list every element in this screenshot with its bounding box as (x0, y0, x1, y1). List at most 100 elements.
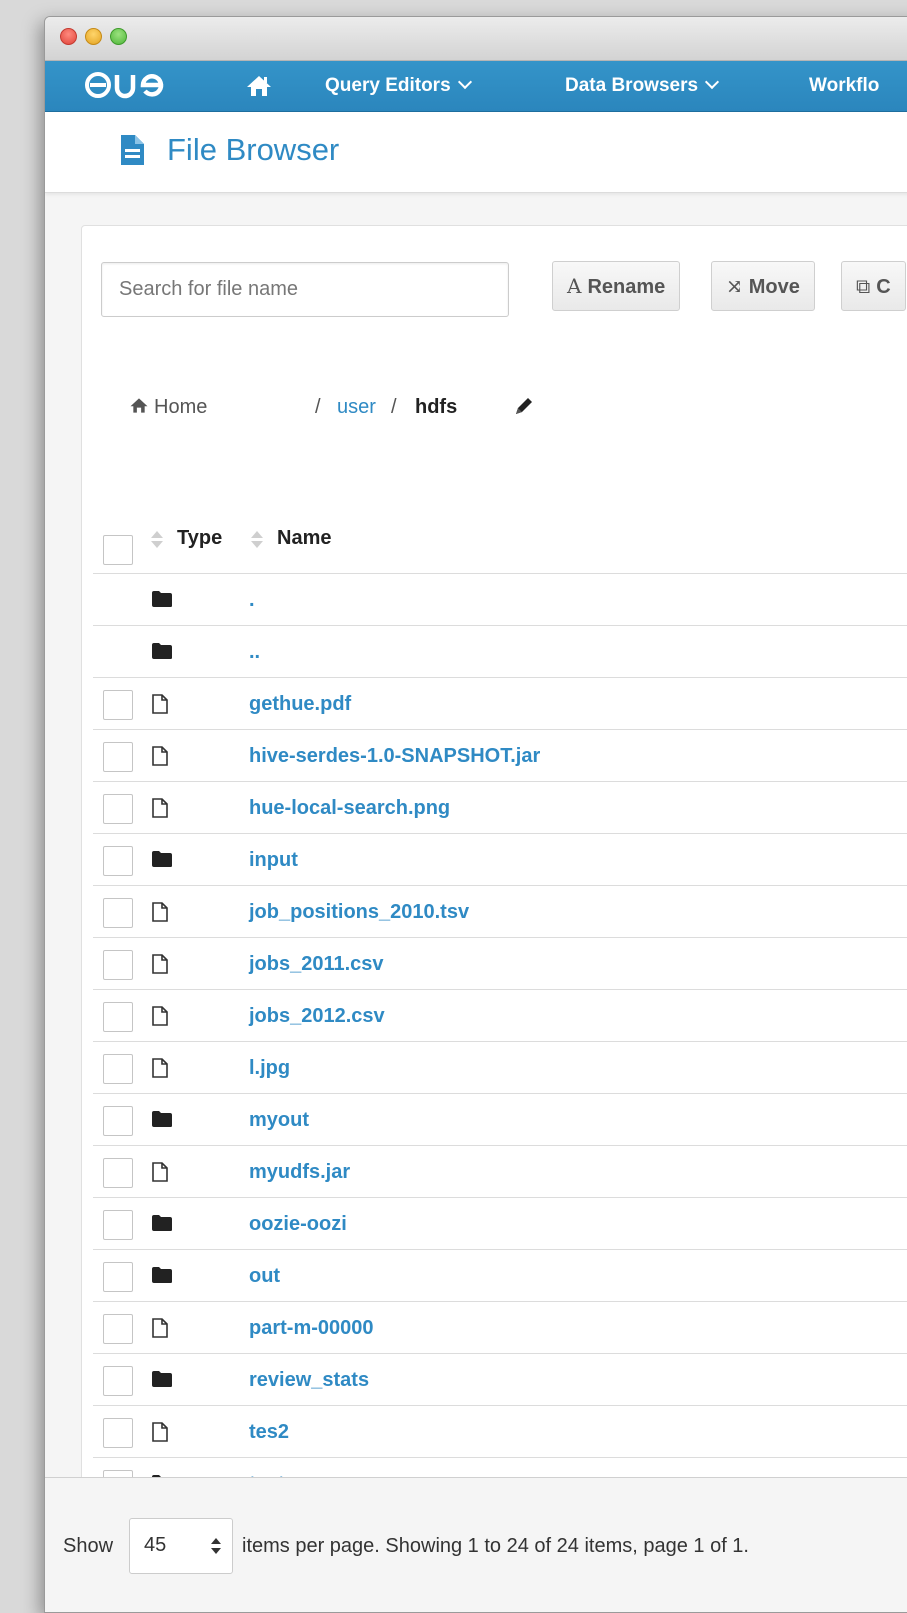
minimize-window-button[interactable] (85, 28, 102, 45)
table-header: Type Name (93, 501, 907, 574)
row-checkbox[interactable] (103, 1054, 133, 1084)
file-name-link[interactable]: input (249, 834, 298, 886)
nav-data-browsers-label: Data Browsers (565, 75, 699, 96)
home-icon[interactable] (245, 74, 273, 98)
row-checkbox[interactable] (103, 690, 133, 720)
zoom-window-button[interactable] (110, 28, 127, 45)
table-row[interactable]: job_positions_2010.tsv (93, 886, 907, 938)
table-row[interactable]: jobs_2012.csv (93, 990, 907, 1042)
select-arrows-icon (202, 1519, 232, 1573)
column-header-type[interactable]: Type (177, 527, 222, 550)
file-icon (151, 1058, 173, 1078)
window-titlebar (45, 17, 907, 61)
pagination-summary: items per page. Showing 1 to 24 of 24 it… (242, 1535, 749, 1557)
row-checkbox[interactable] (103, 1106, 133, 1136)
edit-path-pencil-icon[interactable] (513, 395, 535, 427)
row-checkbox[interactable] (103, 1210, 133, 1240)
home-icon (130, 398, 148, 413)
folder-icon (151, 642, 173, 662)
table-row[interactable]: myout (93, 1094, 907, 1146)
rename-icon: A (567, 274, 582, 298)
table-row[interactable]: .. (93, 626, 907, 678)
copy-icon: ⧉ (856, 274, 871, 298)
nav-workflows[interactable]: Workflo (809, 61, 879, 111)
close-window-button[interactable] (60, 28, 77, 45)
nav-query-editors[interactable]: Query Editors (325, 61, 472, 111)
table-row[interactable]: l.jpg (93, 1042, 907, 1094)
folder-icon (151, 1110, 173, 1130)
hue-logo[interactable] (85, 71, 181, 99)
file-name-link[interactable]: oozie-oozi (249, 1198, 347, 1250)
top-navbar: Query Editors Data Browsers Workflo (45, 61, 907, 112)
file-icon (151, 1422, 173, 1442)
row-checkbox[interactable] (103, 1262, 133, 1292)
table-row[interactable]: . (93, 574, 907, 626)
row-checkbox[interactable] (103, 742, 133, 772)
items-per-page-select[interactable]: 45 (129, 1518, 233, 1574)
file-name-link[interactable]: part-m-00000 (249, 1302, 374, 1354)
table-row[interactable]: part-m-00000 (93, 1302, 907, 1354)
folder-icon (151, 1214, 173, 1234)
table-row[interactable]: hue-local-search.png (93, 782, 907, 834)
column-header-name[interactable]: Name (277, 527, 331, 550)
row-checkbox[interactable] (103, 1366, 133, 1396)
shuffle-icon: ⤨ (726, 274, 743, 298)
file-name-link[interactable]: myudfs.jar (249, 1146, 350, 1198)
file-name-link[interactable]: . (249, 574, 255, 626)
file-name-link[interactable]: jobs_2011.csv (249, 938, 384, 990)
chevron-down-icon (704, 74, 720, 90)
row-checkbox[interactable] (103, 1158, 133, 1188)
row-checkbox[interactable] (103, 794, 133, 824)
file-name-link[interactable]: job_positions_2010.tsv (249, 886, 469, 938)
nav-data-browsers[interactable]: Data Browsers (565, 61, 720, 111)
select-all-checkbox[interactable] (103, 535, 133, 565)
move-button[interactable]: ⤨ Move (711, 261, 815, 311)
file-document-icon (121, 135, 144, 165)
file-icon (151, 954, 173, 974)
file-name-link[interactable]: .. (249, 626, 260, 678)
file-name-link[interactable]: l.jpg (249, 1042, 290, 1094)
search-input[interactable] (101, 262, 509, 317)
table-row[interactable]: myudfs.jar (93, 1146, 907, 1198)
table-row[interactable]: review_stats (93, 1354, 907, 1406)
row-checkbox[interactable] (103, 1002, 133, 1032)
pagination-footer: Show 45 items per page. Showing 1 to 24 … (45, 1477, 907, 1612)
file-name-link[interactable]: hive-serdes-1.0-SNAPSHOT.jar (249, 730, 540, 782)
table-row[interactable]: oozie-oozi (93, 1198, 907, 1250)
table-row[interactable]: gethue.pdf (93, 678, 907, 730)
file-name-link[interactable]: tes2 (249, 1406, 289, 1458)
file-name-link[interactable]: review_stats (249, 1354, 369, 1406)
breadcrumb-current: hdfs (415, 396, 458, 418)
breadcrumb-user[interactable]: user (337, 391, 376, 423)
file-table: Type Name ... gethue.pdf hive-serdes-1.0-S… (93, 501, 907, 1510)
row-checkbox[interactable] (103, 846, 133, 876)
row-checkbox[interactable] (103, 1418, 133, 1448)
copy-button[interactable]: ⧉ C (841, 261, 906, 311)
file-icon (151, 798, 173, 818)
file-icon (151, 746, 173, 766)
move-label: Move (748, 276, 800, 298)
table-row[interactable]: out (93, 1250, 907, 1302)
row-checkbox[interactable] (103, 950, 133, 980)
row-checkbox[interactable] (103, 898, 133, 928)
row-checkbox[interactable] (103, 1314, 133, 1344)
file-name-link[interactable]: gethue.pdf (249, 678, 351, 730)
file-name-link[interactable]: myout (249, 1094, 309, 1146)
file-name-link[interactable]: jobs_2012.csv (249, 990, 385, 1042)
file-icon (151, 1162, 173, 1182)
file-icon (151, 694, 173, 714)
nav-workflows-label: Workflo (809, 75, 880, 96)
table-row[interactable]: tes2 (93, 1406, 907, 1458)
breadcrumb-home[interactable]: Home (129, 391, 207, 423)
breadcrumb-separator: / (391, 396, 397, 418)
table-row[interactable]: hive-serdes-1.0-SNAPSHOT.jar (93, 730, 907, 782)
hue-logo-icon (85, 72, 164, 99)
folder-icon (151, 1266, 173, 1286)
file-rows: ... gethue.pdf hive-serdes-1.0-SNAPSHOT.ja… (93, 574, 907, 1510)
table-row[interactable]: input (93, 834, 907, 886)
nav-query-editors-label: Query Editors (325, 75, 451, 96)
file-name-link[interactable]: out (249, 1250, 280, 1302)
file-name-link[interactable]: hue-local-search.png (249, 782, 450, 834)
table-row[interactable]: jobs_2011.csv (93, 938, 907, 990)
rename-button[interactable]: A Rename (552, 261, 681, 311)
